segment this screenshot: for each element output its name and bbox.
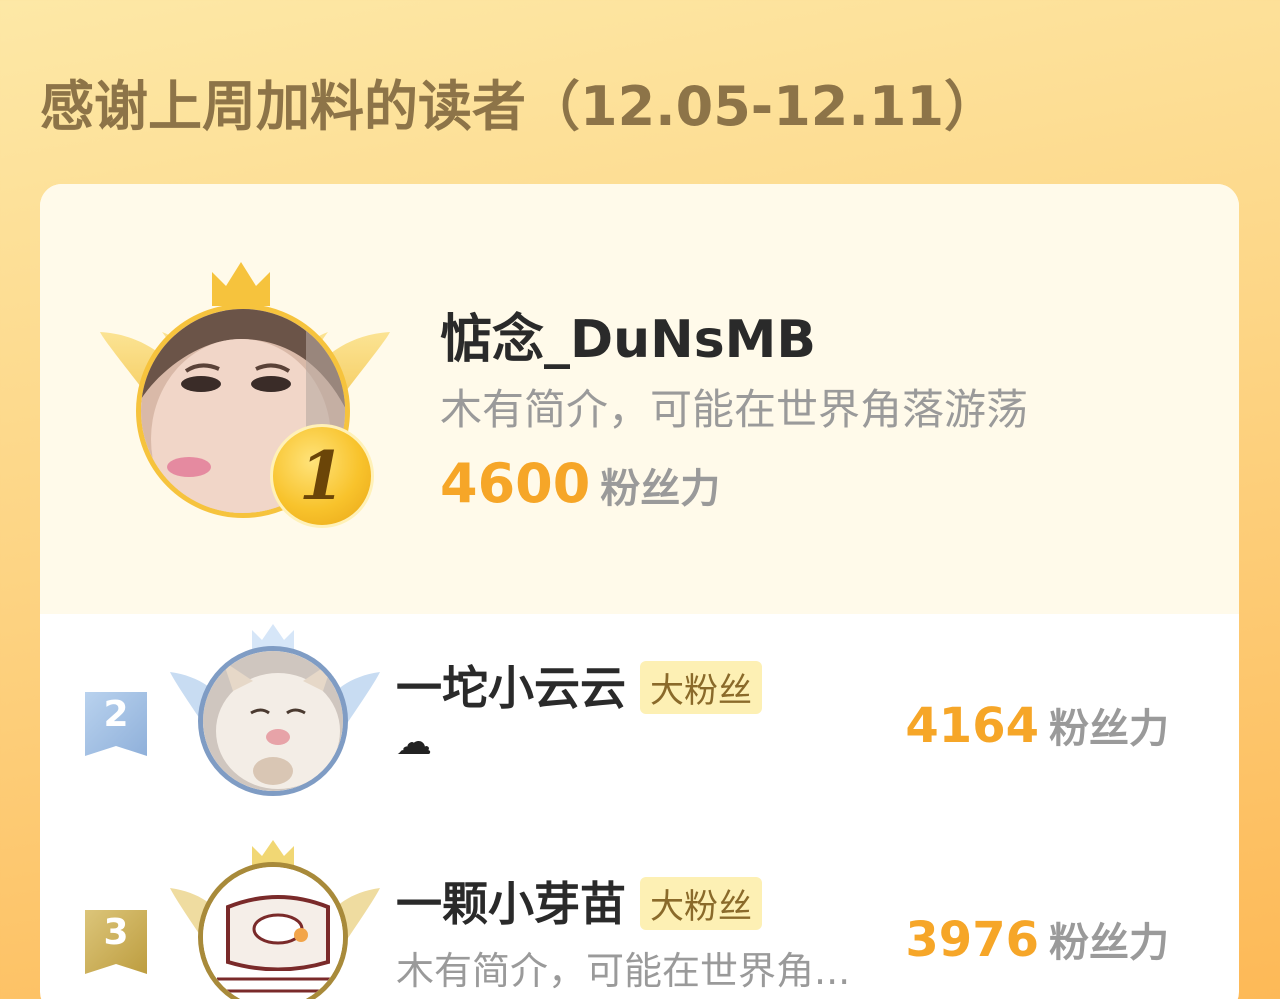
rank-1-username[interactable]: 惦念_DuNsMB	[440, 297, 816, 372]
rank-1-avatar-group: 1	[100, 262, 390, 542]
rank-2-avatar-group	[170, 624, 380, 804]
rank-1-score-value: 4600	[440, 452, 591, 515]
rank-2-username-line: 一坨小云云 大粉丝	[396, 652, 762, 718]
rank-3-bio: 木有简介，可能在世界角...	[396, 949, 851, 993]
rank-3-score: 3976 粉丝力	[905, 910, 1169, 968]
rank-3-avatar[interactable]	[198, 862, 348, 999]
rank-2-entry[interactable]: 2 一坨小云云 大粉丝 ☁ 4164 粉丝力	[40, 624, 1239, 824]
rank-2-ribbon: 2	[85, 692, 147, 756]
rank-2-username[interactable]: 一坨小云云	[396, 661, 626, 715]
rank-1-score-unit: 粉丝力	[600, 466, 721, 512]
rank-3-username-line: 一颗小芽苗 大粉丝	[396, 868, 762, 934]
rank-3-number: 3	[103, 912, 129, 953]
rank-2-score-value: 4164	[905, 698, 1039, 754]
rank-3-avatar-group	[170, 840, 380, 999]
rank-2-avatar[interactable]	[198, 646, 348, 796]
rank-3-ribbon: 3	[85, 910, 147, 974]
rank-1-medal: 1	[270, 424, 374, 528]
rank-3-fan-badge: 大粉丝	[640, 877, 762, 930]
rank-2-bio: ☁	[396, 722, 432, 763]
rank-3-username[interactable]: 一颗小芽苗	[396, 877, 626, 931]
rank-1-bio: 木有简介，可能在世界角落游荡	[440, 385, 1029, 434]
page-title: 感谢上周加料的读者（12.05-12.11）	[40, 75, 999, 138]
leaderboard-card: 1 惦念_DuNsMB 木有简介，可能在世界角落游荡 4600 粉丝力 2 一坨…	[40, 184, 1239, 999]
rank-1-score: 4600 粉丝力	[440, 452, 720, 515]
rank-2-score: 4164 粉丝力	[905, 696, 1169, 754]
rank-2-number: 2	[103, 694, 129, 735]
rank-3-score-value: 3976	[905, 912, 1039, 968]
rank-3-score-unit: 粉丝力	[1049, 920, 1169, 966]
rank-2-score-unit: 粉丝力	[1049, 706, 1169, 752]
rank-2-fan-badge: 大粉丝	[640, 661, 762, 714]
rank-1-entry[interactable]: 1 惦念_DuNsMB 木有简介，可能在世界角落游荡 4600 粉丝力	[40, 184, 1239, 614]
rank-3-entry[interactable]: 3 一颗小芽苗 大粉丝 木有简介，可能在世界角... 3976 粉丝力	[40, 840, 1239, 999]
